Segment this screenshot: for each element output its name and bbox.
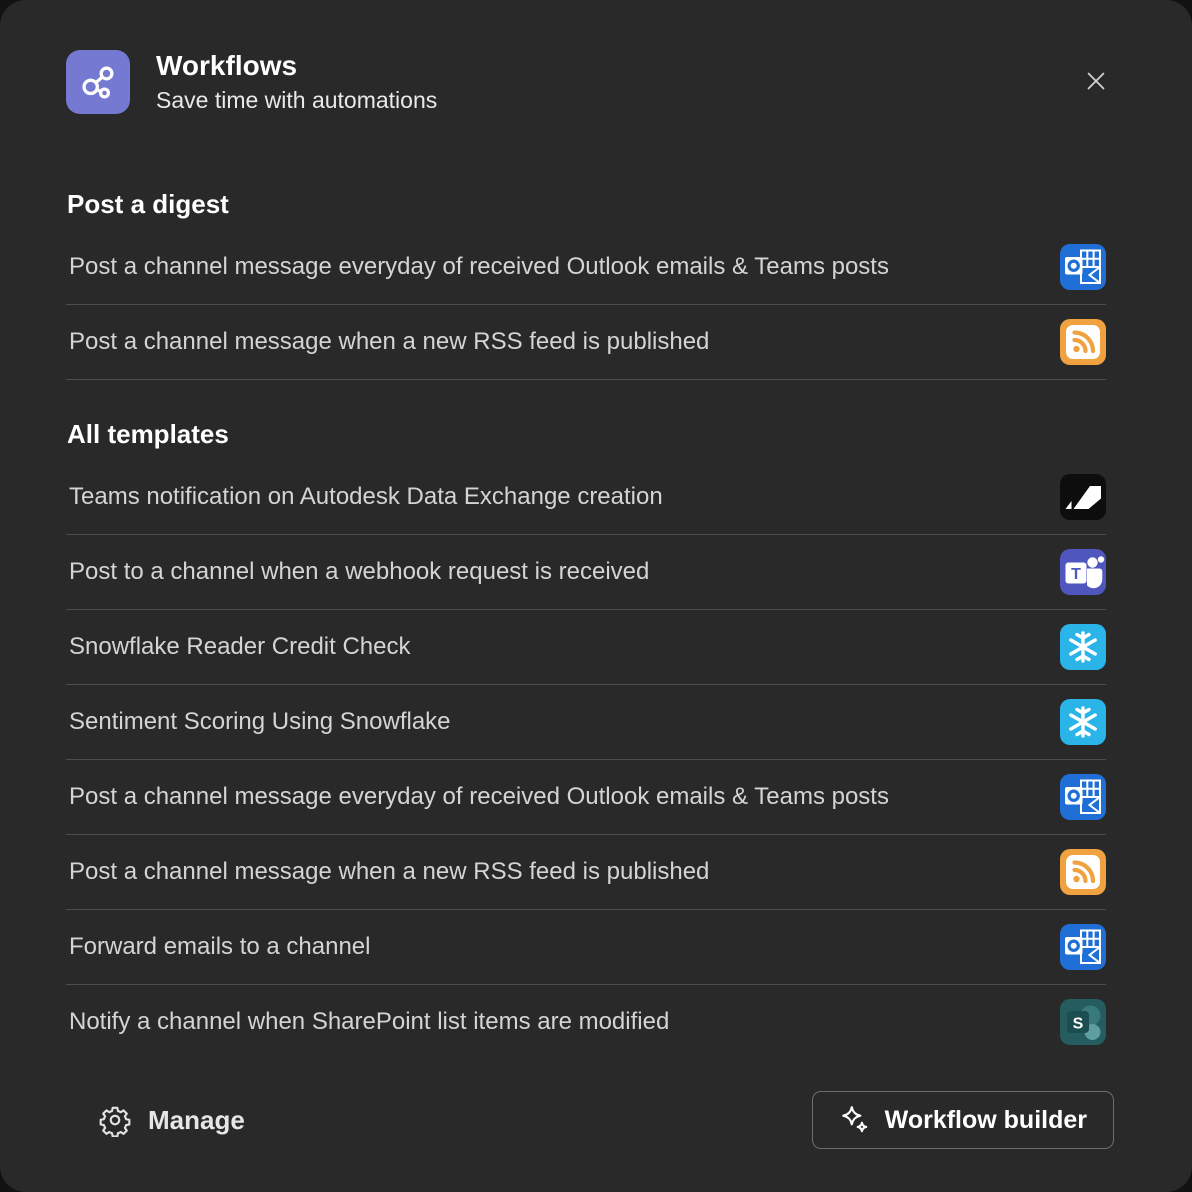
section-title: Post a digest	[67, 184, 1106, 224]
snowflake-icon	[1060, 699, 1106, 745]
dialog-title: Workflows	[156, 49, 1074, 83]
dialog-header: Workflows Save time with automations	[66, 50, 1106, 114]
header-text: Workflows Save time with automations	[156, 49, 1074, 115]
workflows-dialog: Workflows Save time with automations Pos…	[0, 0, 1192, 1192]
workflow-template-row[interactable]: Teams notification on Autodesk Data Exch…	[66, 460, 1106, 535]
workflow-template-row[interactable]: Forward emails to a channel	[66, 910, 1106, 985]
workflow-template-label: Post a channel message everyday of recei…	[66, 253, 889, 281]
section-rows: Post a channel message everyday of recei…	[66, 230, 1106, 380]
gear-icon	[98, 1103, 132, 1137]
outlook-icon	[1060, 924, 1106, 970]
workflow-template-row[interactable]: Notify a channel when SharePoint list it…	[66, 985, 1106, 1059]
workflow-template-label: Sentiment Scoring Using Snowflake	[66, 708, 451, 736]
close-icon	[1081, 66, 1111, 99]
svg-text:T: T	[1071, 566, 1081, 583]
workflow-template-row[interactable]: Post a channel message everyday of recei…	[66, 760, 1106, 835]
manage-button-label: Manage	[148, 1105, 245, 1136]
snowflake-icon	[1060, 624, 1106, 670]
workflow-template-label: Post a channel message everyday of recei…	[66, 783, 889, 811]
workflow-template-row[interactable]: Post a channel message when a new RSS fe…	[66, 305, 1106, 380]
close-button[interactable]	[1074, 60, 1118, 104]
workflow-builder-button[interactable]: Workflow builder	[812, 1091, 1114, 1149]
sections: Post a digest Post a channel message eve…	[66, 184, 1106, 1059]
outlook-icon	[1060, 774, 1106, 820]
workflow-template-row[interactable]: Sentiment Scoring Using Snowflake	[66, 685, 1106, 760]
template-section: Post a digest Post a channel message eve…	[66, 184, 1106, 380]
teams-icon: T	[1060, 549, 1106, 595]
section-rows: Teams notification on Autodesk Data Exch…	[66, 460, 1106, 1059]
workflows-app-icon	[66, 50, 130, 114]
workflow-builder-label: Workflow builder	[885, 1106, 1087, 1135]
template-section: All templates Teams notification on Auto…	[66, 414, 1106, 1059]
workflow-template-label: Post a channel message when a new RSS fe…	[66, 328, 709, 356]
workflow-template-row[interactable]: Post a channel message everyday of recei…	[66, 230, 1106, 305]
workflow-template-row[interactable]: Snowflake Reader Credit Check	[66, 610, 1106, 685]
dialog-subtitle: Save time with automations	[156, 85, 1074, 115]
svg-text:S: S	[1073, 1016, 1084, 1033]
workflow-template-label: Forward emails to a channel	[66, 933, 370, 961]
rss-icon	[1060, 319, 1106, 365]
sparkles-icon	[839, 1104, 871, 1136]
workflow-template-row[interactable]: Post a channel message when a new RSS fe…	[66, 835, 1106, 910]
manage-button[interactable]: Manage	[94, 1095, 249, 1145]
section-title: All templates	[67, 414, 1106, 454]
workflow-template-label: Post to a channel when a webhook request…	[66, 558, 649, 586]
workflow-template-label: Post a channel message when a new RSS fe…	[66, 858, 709, 886]
workflow-template-label: Snowflake Reader Credit Check	[66, 633, 411, 661]
dialog-footer: Manage Workflow builder	[66, 1091, 1106, 1149]
rss-icon	[1060, 849, 1106, 895]
autodesk-icon	[1060, 474, 1106, 520]
outlook-icon	[1060, 244, 1106, 290]
workflow-template-row[interactable]: Post to a channel when a webhook request…	[66, 535, 1106, 610]
sharepoint-icon: S	[1060, 999, 1106, 1045]
workflow-template-label: Notify a channel when SharePoint list it…	[66, 1008, 669, 1036]
workflow-template-label: Teams notification on Autodesk Data Exch…	[66, 483, 663, 511]
